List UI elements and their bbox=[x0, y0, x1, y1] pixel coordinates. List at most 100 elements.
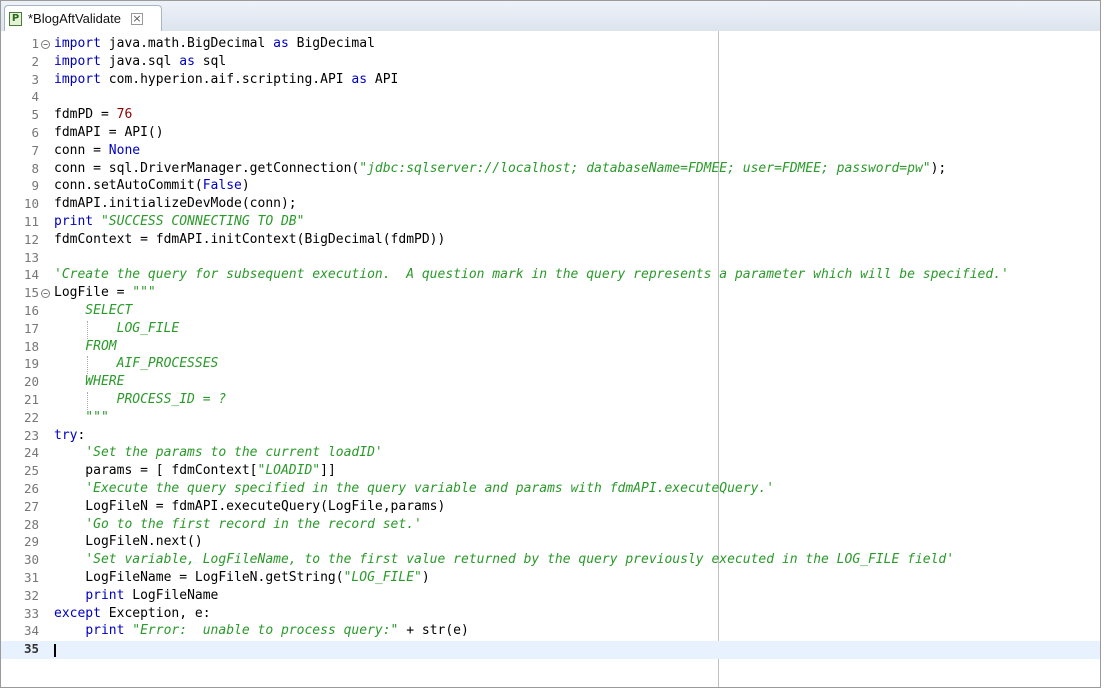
line-number: 15 bbox=[23, 285, 39, 301]
code-token: BigDecimal bbox=[288, 36, 375, 51]
line-number: 9 bbox=[31, 178, 39, 194]
code-line[interactable]: 7 conn = None bbox=[1, 143, 1100, 161]
code-line[interactable]: 13 bbox=[1, 250, 1100, 268]
code-token: FROM bbox=[54, 338, 117, 354]
code-line[interactable]: 30 'Set variable, LogFileName, to the fi… bbox=[1, 552, 1100, 570]
code-line[interactable]: 26 'Execute the query specified in the q… bbox=[1, 481, 1100, 499]
code-line[interactable]: 8 conn = sql.DriverManager.getConnection(… bbox=[1, 161, 1100, 179]
code-text: 'Set variable, LogFileName, to the first… bbox=[54, 552, 954, 567]
line-number: 14 bbox=[23, 267, 39, 283]
code-line[interactable]: 27 LogFileN = fdmAPI.executeQuery(LogFil… bbox=[1, 499, 1100, 517]
code-line[interactable]: 22 """ bbox=[1, 410, 1100, 428]
line-number: 28 bbox=[23, 516, 39, 532]
code-token: com.hyperion.aif.scripting.API bbox=[100, 71, 352, 87]
code-line[interactable]: 10 fdmAPI.initializeDevMode(conn); bbox=[1, 196, 1100, 214]
code-text: import java.math.BigDecimal as BigDecima… bbox=[54, 36, 375, 51]
code-line[interactable]: 18 FROM bbox=[1, 339, 1100, 357]
code-line[interactable]: 31 LogFileName = LogFileN.getString("LOG… bbox=[1, 570, 1100, 588]
line-number: 25 bbox=[23, 463, 39, 479]
fold-toggle-icon[interactable]: − bbox=[41, 40, 50, 49]
code-lines[interactable]: 1− import java.math.BigDecimal as BigDeci… bbox=[1, 36, 1100, 659]
code-line[interactable]: 12 fdmContext = fdmAPI.initContext(BigDec… bbox=[1, 232, 1100, 250]
line-number: 10 bbox=[23, 196, 39, 212]
code-line[interactable]: 14 'Create the query for subsequent execu… bbox=[1, 267, 1100, 285]
code-line[interactable]: 23 try: bbox=[1, 428, 1100, 446]
line-number: 27 bbox=[23, 498, 39, 514]
code-line[interactable]: 24 'Set the params to the current loadID… bbox=[1, 445, 1100, 463]
code-token: ) bbox=[241, 178, 250, 194]
code-token: import bbox=[54, 71, 101, 87]
code-text: fdmAPI.initializeDevMode(conn); bbox=[54, 196, 297, 211]
code-line[interactable]: 5 fdmPD = 76 bbox=[1, 107, 1100, 125]
code-text: LogFileName = LogFileN.getString("LOG_FI… bbox=[54, 569, 430, 585]
code-line[interactable]: 1− import java.math.BigDecimal as BigDeci… bbox=[1, 36, 1100, 54]
fold-toggle-icon[interactable]: − bbox=[41, 289, 50, 299]
code-token: 'Set the params to the current loadID' bbox=[85, 445, 383, 461]
code-token: 'Create the query for subsequent executi… bbox=[54, 267, 1009, 283]
code-token: False bbox=[202, 178, 242, 194]
code-line[interactable]: 32 print LogFileName bbox=[1, 588, 1100, 606]
code-text: LOG_FILE bbox=[54, 321, 180, 336]
code-text: conn = None bbox=[54, 143, 140, 158]
code-line[interactable]: 34 print "Error: unable to process query… bbox=[1, 623, 1100, 641]
code-token: ) bbox=[421, 569, 430, 585]
code-line[interactable]: 19 AIF_PROCESSES bbox=[1, 356, 1100, 375]
code-line[interactable]: 21 PROCESS_ID = ? bbox=[1, 391, 1100, 410]
code-text: try: bbox=[54, 428, 85, 443]
code-line[interactable]: 3 import com.hyperion.aif.scripting.API a… bbox=[1, 72, 1100, 90]
code-token: AIF_PROCESSES bbox=[54, 356, 219, 372]
code-line[interactable]: 16 SELECT bbox=[1, 303, 1100, 321]
code-line[interactable]: 25 params = [ fdmContext["LOADID"]] bbox=[1, 463, 1100, 481]
code-line[interactable]: 28 'Go to the first record in the record… bbox=[1, 517, 1100, 535]
code-line[interactable]: 35 bbox=[1, 641, 1100, 659]
code-line[interactable]: 17 LOG_FILE bbox=[1, 320, 1100, 339]
code-token: import bbox=[54, 36, 101, 51]
code-text: 'Create the query for subsequent executi… bbox=[54, 267, 1009, 282]
code-text: """ bbox=[54, 410, 109, 425]
tab-blogaftvalidate[interactable]: P *BlogAftValidate × bbox=[4, 5, 162, 31]
close-icon[interactable]: × bbox=[131, 12, 143, 25]
code-line[interactable]: 6 fdmAPI = API() bbox=[1, 125, 1100, 143]
code-text: LogFileN = fdmAPI.executeQuery(LogFile,p… bbox=[54, 499, 445, 514]
code-token: SELECT bbox=[54, 302, 133, 318]
code-token: """ bbox=[54, 409, 109, 425]
code-line[interactable]: 9 conn.setAutoCommit(False) bbox=[1, 178, 1100, 196]
code-line[interactable]: 29 LogFileN.next() bbox=[1, 534, 1100, 552]
code-editor[interactable]: 1− import java.math.BigDecimal as BigDeci… bbox=[1, 31, 1100, 687]
code-text: print "SUCCESS CONNECTING TO DB" bbox=[54, 214, 304, 229]
code-token: sql bbox=[194, 53, 227, 69]
code-line[interactable]: 33 except Exception, e: bbox=[1, 606, 1100, 624]
code-token: "LOADID" bbox=[257, 463, 321, 479]
code-line[interactable]: 15− LogFile = """ bbox=[1, 285, 1100, 303]
code-token: + str(e) bbox=[398, 623, 469, 639]
code-text: conn.setAutoCommit(False) bbox=[54, 178, 250, 193]
line-number: 16 bbox=[23, 302, 39, 318]
line-number: 8 bbox=[31, 160, 39, 176]
code-token: PROCESS_ID = ? bbox=[54, 391, 227, 407]
code-line[interactable]: 4 bbox=[1, 89, 1100, 107]
line-number: 33 bbox=[23, 605, 39, 621]
line-number: 26 bbox=[23, 480, 39, 496]
code-token: LogFile = bbox=[54, 285, 133, 301]
code-token: "Error: unable to process query:" bbox=[132, 623, 399, 639]
code-text: import java.sql as sql bbox=[54, 54, 226, 69]
code-text: fdmContext = fdmAPI.initContext(BigDecim… bbox=[54, 232, 445, 247]
code-line[interactable]: 2 import java.sql as sql bbox=[1, 54, 1100, 72]
code-line[interactable]: 20 WHERE bbox=[1, 374, 1100, 392]
code-text: params = [ fdmContext["LOADID"]] bbox=[54, 463, 335, 479]
line-number: 35 bbox=[23, 641, 39, 657]
code-text: import com.hyperion.aif.scripting.API as… bbox=[54, 72, 398, 87]
code-line[interactable]: 11 print "SUCCESS CONNECTING TO DB" bbox=[1, 214, 1100, 232]
code-token: print bbox=[54, 213, 94, 229]
code-token: None bbox=[108, 142, 141, 158]
line-number: 34 bbox=[23, 623, 39, 639]
line-number: 3 bbox=[31, 71, 39, 87]
code-text: conn = sql.DriverManager.getConnection("… bbox=[54, 161, 946, 176]
code-token: 76 bbox=[116, 107, 133, 123]
line-number: 4 bbox=[31, 89, 39, 105]
line-number: 11 bbox=[23, 213, 39, 229]
